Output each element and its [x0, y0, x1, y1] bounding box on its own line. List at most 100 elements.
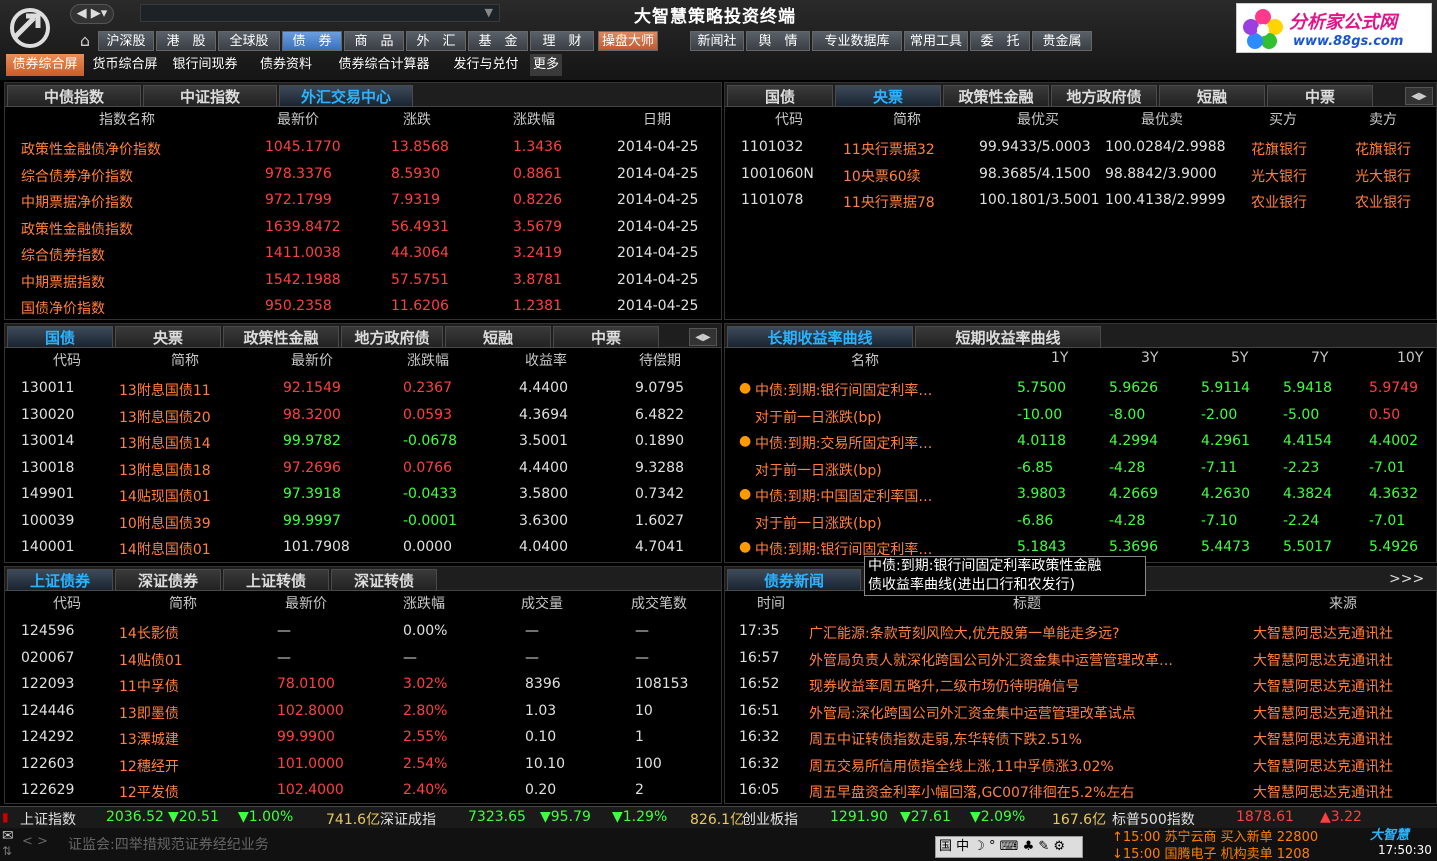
table-row[interactable]: 130018 13附息国债18 97.2696 0.0766 4.4400 9.3288: [5, 456, 721, 483]
col-short-name[interactable]: 简称: [169, 593, 197, 613]
col-trades[interactable]: 成交笔数: [631, 593, 687, 613]
brand-banner[interactable]: 分析家公式网 www.88gs.com: [1236, 3, 1432, 53]
scroll-icon[interactable]: ⇅: [2, 844, 12, 858]
col-source[interactable]: 来源: [1329, 593, 1357, 613]
table-row[interactable]: ● 中债:到期:中国固定利率国… 3.9803 4.2669 4.2630 4.3824 4…: [725, 482, 1436, 509]
tab-news-agency[interactable]: 新闻社: [690, 31, 744, 51]
col-change-pct[interactable]: 涨跌幅: [407, 350, 449, 370]
col-change[interactable]: 涨跌: [403, 109, 431, 129]
col-short-name[interactable]: 简称: [171, 350, 199, 370]
scrolling-news-text[interactable]: 证监会:四举措规范证券经纪业务: [68, 834, 269, 854]
sz-index-name[interactable]: 深证成指: [380, 809, 436, 829]
table-row[interactable]: ● 中债:到期:银行间固定利率… 5.7500 5.9626 5.9114 5.9418 5…: [725, 376, 1436, 403]
tab-mtn[interactable]: 中票: [1267, 85, 1373, 107]
tab-csi-index[interactable]: 中证指数: [143, 85, 277, 107]
news-scroll-arrows-icon[interactable]: < >: [22, 834, 48, 849]
table-row[interactable]: 综合债券指数 1411.0038 44.3064 3.2419 2014-04-25: [5, 241, 721, 268]
ime-toolbar[interactable]: 国 中 ☽ ° ⌨ ♣ ✎ ⚙: [935, 836, 1083, 858]
tab-forex[interactable]: 外 汇: [406, 31, 466, 51]
col-index-name[interactable]: 指数名称: [99, 109, 155, 129]
table-row[interactable]: 16:32 周五交易所信用债指全线上涨,11中孚债涨3.02% 大智慧阿思达克通讯社: [725, 752, 1436, 779]
tab-wealth[interactable]: 理 财: [530, 31, 594, 51]
table-row[interactable]: 对于前一日涨跌(bp) -6.86 -4.28 -7.10 -2.24 -7.01: [725, 509, 1436, 536]
subtab-issue-redeem[interactable]: 发行与兑付: [444, 54, 528, 76]
table-row[interactable]: 122093 11中孚债 78.0100 3.02% 8396 108153: [5, 672, 721, 699]
table-row[interactable]: 综合债券净价指数 978.3376 8.5930 0.8861 2014-04-25: [5, 162, 721, 189]
table-row[interactable]: 130014 13附息国债14 99.9782 -0.0678 3.5001 0.1890: [5, 429, 721, 456]
table-row[interactable]: 1001060N 10央票60续 98.3685/4.1500 98.8842/3.9…: [725, 162, 1436, 189]
col-seller[interactable]: 卖方: [1369, 109, 1397, 129]
nav-back-forward-button[interactable]: ◀ ▶▾: [70, 4, 114, 24]
mail-icon[interactable]: ✉: [2, 828, 14, 844]
tab-policy-financial[interactable]: 政策性金融: [943, 85, 1049, 107]
table-row[interactable]: 140001 14附息国债01 101.7908 0.0000 4.0400 4.7041: [5, 535, 721, 562]
col-last-price[interactable]: 最新价: [285, 593, 327, 613]
subtab-interbank-spot[interactable]: 银行间现券: [166, 54, 244, 76]
tab-sh-convertible[interactable]: 上证转债: [223, 569, 329, 591]
tab-scroll-arrows-icon[interactable]: ◀▶: [1405, 87, 1433, 105]
col-5y[interactable]: 5Y: [1231, 350, 1248, 366]
table-row[interactable]: 17:35 广汇能源:条款苛刻风险大,优先股第一单能走多远? 大智慧阿思达克通讯社: [725, 619, 1436, 646]
tab-global[interactable]: 全球股: [218, 31, 280, 51]
chinext-index-name[interactable]: 创业板指: [742, 809, 798, 829]
home-icon[interactable]: ⌂: [74, 31, 96, 51]
col-short-name[interactable]: 简称: [893, 109, 921, 129]
table-row[interactable]: 国债净价指数 950.2358 11.6206 1.2381 2014-04-25: [5, 294, 721, 319]
tab-treasury[interactable]: 国债: [7, 326, 113, 348]
table-row[interactable]: 122629 12平发债 102.4000 2.40% 0.20 2: [5, 778, 721, 803]
subtab-bond-calculator[interactable]: 债券综合计算器: [328, 54, 440, 76]
tab-short-term[interactable]: 短融: [1159, 85, 1265, 107]
col-10y[interactable]: 10Y: [1397, 350, 1423, 366]
subtab-bond-info[interactable]: 债券资料: [248, 54, 324, 76]
table-row[interactable]: 130011 13附息国债11 92.1549 0.2367 4.4400 9.0795: [5, 376, 721, 403]
ticker-flag-icon[interactable]: ▮: [2, 810, 9, 824]
table-row[interactable]: 149901 14贴现国债01 97.3918 -0.0433 3.5800 0.7342: [5, 482, 721, 509]
tab-sz-convertible[interactable]: 深证转债: [331, 569, 437, 591]
search-input[interactable]: ▼: [140, 4, 500, 22]
col-last-price[interactable]: 最新价: [277, 109, 319, 129]
tab-cfets[interactable]: 外汇交易中心: [279, 85, 413, 107]
table-row[interactable]: 100039 10附息国债39 99.9997 -0.0001 3.6300 1.6027: [5, 509, 721, 536]
subtab-money-overview[interactable]: 货币综合屏: [88, 54, 162, 76]
tab-bonds[interactable]: 债 券: [282, 31, 342, 51]
tab-treasury[interactable]: 国债: [727, 85, 833, 107]
col-last-price[interactable]: 最新价: [291, 350, 333, 370]
tab-sz-bonds[interactable]: 深证债券: [115, 569, 221, 591]
table-row[interactable]: 政策性金融债净价指数 1045.1770 13.8568 1.3436 2014-04-…: [5, 135, 721, 162]
col-1y[interactable]: 1Y: [1051, 350, 1068, 366]
tab-cb-bill[interactable]: 央票: [115, 326, 221, 348]
table-row[interactable]: 16:32 周五中证转债指数走弱,东华转债下跌2.51% 大智慧阿思达克通讯社: [725, 725, 1436, 752]
col-code[interactable]: 代码: [53, 593, 81, 613]
table-row[interactable]: 124292 13溧城建 99.9900 2.55% 0.10 1: [5, 725, 721, 752]
tab-mtn[interactable]: 中票: [553, 326, 659, 348]
table-row[interactable]: 1101032 11央行票据32 99.9433/5.0003 100.0284/2.…: [725, 135, 1436, 162]
trade-alert-sell[interactable]: ↓15:00 国腾电子 机构卖单 1208: [1112, 843, 1310, 861]
tab-sh-bonds[interactable]: 上证债券: [7, 569, 113, 591]
table-row[interactable]: 对于前一日涨跌(bp) -6.85 -4.28 -7.11 -2.23 -7.01: [725, 456, 1436, 483]
table-row[interactable]: 16:05 周五早盘资金利率小幅回落,GC007徘徊在5.2%左右 大智慧阿思达克通…: [725, 778, 1436, 803]
col-best-ask[interactable]: 最优卖: [1141, 109, 1183, 129]
table-row[interactable]: 中期票据指数 1542.1988 57.5751 3.8781 2014-04-25: [5, 268, 721, 295]
tab-chinabond-index[interactable]: 中债指数: [7, 85, 141, 107]
table-row[interactable]: 16:52 现券收益率周五略升,二级市场仍待明确信号 大智慧阿思达克通讯社: [725, 672, 1436, 699]
table-row[interactable]: 020067 14贴债01 — — — —: [5, 646, 721, 673]
subtab-bond-overview[interactable]: 债券综合屏: [6, 54, 84, 76]
col-best-bid[interactable]: 最优买: [1017, 109, 1059, 129]
sh-index-name[interactable]: 上证指数: [20, 809, 76, 829]
tab-pro-database[interactable]: 专业数据库: [812, 31, 902, 51]
table-row[interactable]: 政策性金融债指数 1639.8472 56.4931 3.5679 2014-04-25: [5, 215, 721, 242]
col-7y[interactable]: 7Y: [1311, 350, 1328, 366]
col-buyer[interactable]: 买方: [1269, 109, 1297, 129]
col-code[interactable]: 代码: [775, 109, 803, 129]
col-code[interactable]: 代码: [53, 350, 81, 370]
col-change-pct[interactable]: 涨跌幅: [403, 593, 445, 613]
col-name[interactable]: 名称: [851, 350, 879, 370]
table-row[interactable]: ● 中债:到期:交易所固定利率… 4.0118 4.2994 4.2961 4.4154 4…: [725, 429, 1436, 456]
table-row[interactable]: 16:51 外管局:深化跨国公司外汇资金集中运营管理改革试点 大智慧阿思达克通讯社: [725, 699, 1436, 726]
table-row[interactable]: 中期票据净价指数 972.1799 7.9319 0.8226 2014-04-25: [5, 188, 721, 215]
col-title[interactable]: 标题: [1013, 593, 1041, 613]
tab-scroll-arrows-icon[interactable]: ◀▶: [689, 328, 717, 346]
tab-tools[interactable]: 常用工具: [904, 31, 968, 51]
subtab-more[interactable]: 更多: [530, 54, 562, 76]
col-volume[interactable]: 成交量: [521, 593, 563, 613]
